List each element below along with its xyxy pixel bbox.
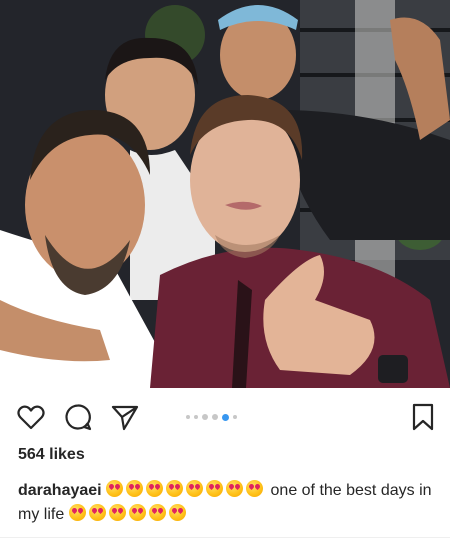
heart-eyes-emoji bbox=[146, 480, 164, 497]
heart-eyes-emoji bbox=[166, 480, 184, 497]
heart-eyes-emoji bbox=[186, 480, 204, 497]
carousel-dot bbox=[194, 415, 198, 419]
post-actions-bar bbox=[0, 396, 450, 440]
carousel-dot bbox=[233, 415, 237, 419]
heart-eyes-emoji bbox=[226, 480, 244, 497]
heart-eyes-emoji bbox=[246, 480, 264, 497]
heart-eyes-emoji bbox=[126, 480, 144, 497]
heart-eyes-emoji bbox=[206, 480, 224, 497]
heart-eyes-emoji bbox=[68, 504, 86, 521]
heart-eyes-emoji bbox=[168, 504, 186, 521]
emoji-group-2 bbox=[64, 504, 188, 523]
heart-eyes-emoji bbox=[148, 504, 166, 521]
heart-eyes-emoji bbox=[108, 504, 126, 521]
carousel-dot bbox=[202, 414, 208, 420]
heart-eyes-emoji bbox=[128, 504, 146, 521]
emoji-group-1 bbox=[106, 480, 270, 499]
bottom-divider bbox=[0, 537, 450, 538]
post-caption: darahayaei one of the best days in my li… bbox=[18, 479, 438, 527]
post-photo[interactable] bbox=[0, 0, 450, 388]
carousel-dot bbox=[212, 414, 218, 420]
caption-username[interactable]: darahayaei bbox=[18, 482, 102, 499]
likes-count[interactable]: 564 likes bbox=[18, 446, 85, 464]
carousel-dot-active bbox=[222, 413, 229, 421]
heart-icon[interactable] bbox=[16, 402, 46, 432]
bookmark-icon[interactable] bbox=[408, 402, 438, 432]
heart-eyes-emoji bbox=[88, 504, 106, 521]
carousel-indicator bbox=[186, 413, 237, 421]
paper-plane-icon[interactable] bbox=[110, 402, 140, 432]
selfie-image bbox=[0, 0, 450, 388]
heart-eyes-emoji bbox=[106, 480, 124, 497]
carousel-dot bbox=[186, 415, 190, 419]
comment-bubble-icon[interactable] bbox=[63, 402, 93, 432]
